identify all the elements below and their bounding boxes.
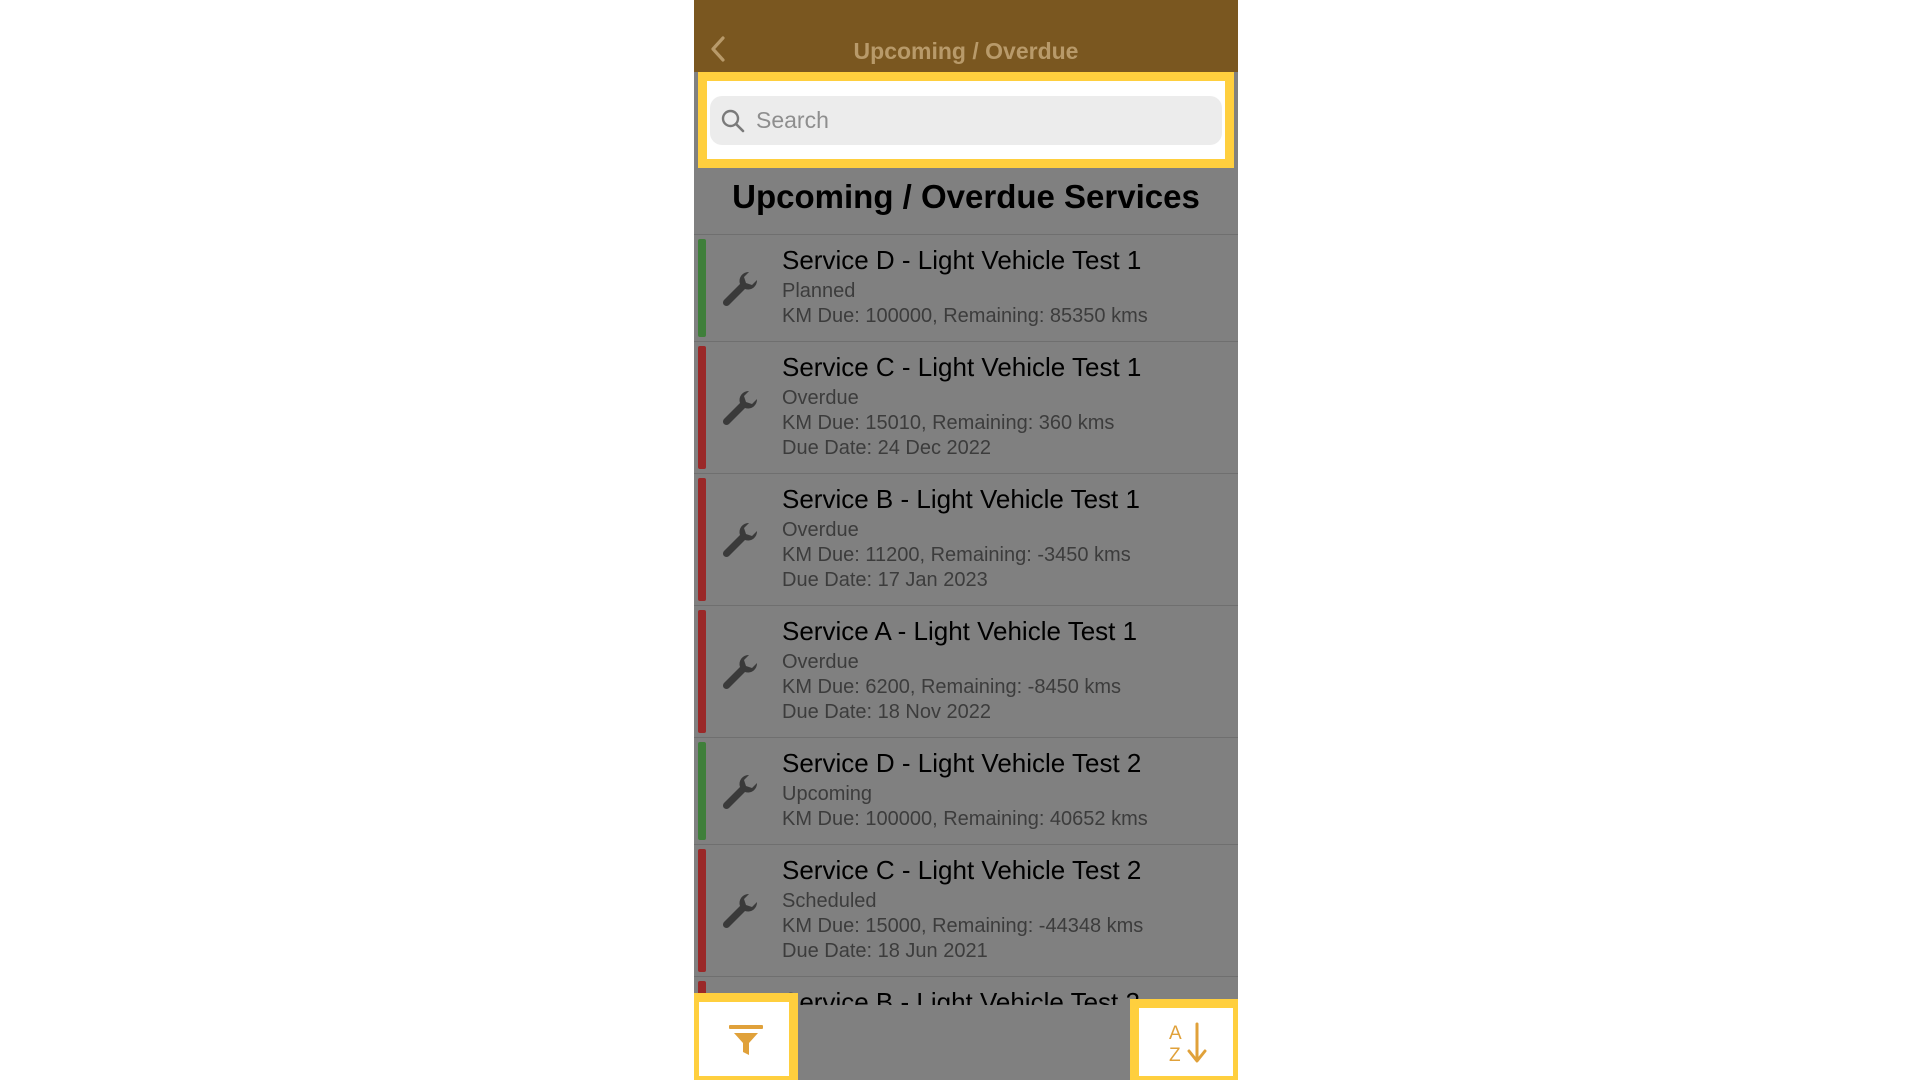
service-row[interactable]: Service C - Light Vehicle Test 1 Overdue K… (694, 341, 1238, 473)
service-due-date: Due Date: 18 Nov 2022 (782, 701, 992, 723)
service-km: KM Due: 11200, Remaining: -3450 kms (782, 544, 1131, 566)
service-km: KM Due: 15010, Remaining: 360 kms (782, 412, 1115, 434)
status-indicator (698, 478, 706, 601)
wrench-icon (718, 386, 762, 430)
wrench-icon (718, 518, 762, 562)
status-indicator (698, 346, 706, 469)
service-due-date: Due Date: 18 Jun 2021 (782, 940, 988, 962)
status-indicator (698, 849, 706, 972)
service-due-date: Due Date: 24 Dec 2022 (782, 437, 992, 459)
service-due-date: Due Date: 17 Jan 2023 (782, 569, 988, 591)
sort-button[interactable]: A Z (1136, 1006, 1238, 1080)
service-text: Service D - Light Vehicle Test 1 Planned K… (782, 245, 1230, 329)
search-icon (721, 109, 745, 132)
section-title: Upcoming / Overdue Services (732, 178, 1200, 215)
search-input[interactable] (756, 107, 1196, 134)
service-row[interactable]: Service C - Light Vehicle Test 2 Schedule… (694, 844, 1238, 976)
app-screen: Upcoming / Overdue Upcoming / Overdue Se… (694, 0, 1238, 1080)
page-title: Upcoming / Overdue (853, 38, 1079, 64)
service-status: Upcoming (782, 783, 873, 805)
service-row[interactable]: Service B - Light Vehicle Test 1 Overdue K… (694, 473, 1238, 605)
filter-icon (729, 1025, 763, 1055)
service-row[interactable]: Service D - Light Vehicle Test 1 Planned K… (694, 234, 1238, 341)
service-status: Overdue (782, 519, 859, 541)
sort-label-a: A (1169, 1023, 1182, 1044)
status-indicator (698, 610, 706, 733)
service-name: Service C - Light Vehicle Test 1 (782, 352, 1142, 382)
service-text: Service A - Light Vehicle Test 1 Overdue K… (782, 616, 1230, 725)
service-status: Planned (782, 280, 856, 302)
sort-az-icon: A Z (1169, 1022, 1207, 1065)
service-name: Service B - Light Vehicle Test 1 (782, 484, 1140, 514)
service-km: KM Due: 15000, Remaining: -44348 kms (782, 915, 1144, 937)
service-km: KM Due: 100000, Remaining: 85350 kms (782, 305, 1148, 327)
service-km: KM Due: 100000, Remaining: 40652 kms (782, 808, 1148, 830)
service-status: Overdue (782, 651, 859, 673)
service-status: Overdue (782, 387, 859, 409)
wrench-icon (718, 650, 762, 694)
filter-button[interactable] (694, 1000, 798, 1080)
service-row[interactable]: Service D - Light Vehicle Test 2 Upcoming… (694, 737, 1238, 844)
wrench-icon (718, 267, 762, 311)
wrench-icon (718, 770, 762, 814)
navigation-bar: Upcoming / Overdue (694, 0, 1238, 72)
service-km: KM Due: 6200, Remaining: -8450 kms (782, 676, 1122, 698)
service-name: Service D - Light Vehicle Test 2 (782, 748, 1142, 778)
search-container (698, 72, 1234, 168)
search-bar[interactable] (710, 96, 1222, 145)
service-text: Service B - Light Vehicle Test 1 Overdue K… (782, 484, 1230, 593)
service-row[interactable]: Service A - Light Vehicle Test 1 Overdue K… (694, 605, 1238, 737)
service-name: Service C - Light Vehicle Test 2 (782, 855, 1142, 885)
service-name: Service D - Light Vehicle Test 1 (782, 245, 1142, 275)
service-status: Scheduled (782, 890, 877, 912)
service-text: Service D - Light Vehicle Test 2 Upcoming… (782, 748, 1230, 832)
status-indicator (698, 239, 706, 337)
service-text: Service C - Light Vehicle Test 2 Schedule… (782, 855, 1230, 964)
wrench-icon (718, 889, 762, 933)
service-text: Service C - Light Vehicle Test 1 Overdue K… (782, 352, 1230, 461)
status-indicator (698, 742, 706, 840)
sort-label-z: Z (1169, 1045, 1181, 1065)
service-name: Service A - Light Vehicle Test 1 (782, 616, 1138, 646)
service-list: Service D - Light Vehicle Test 1 Planned K… (694, 234, 1238, 1056)
